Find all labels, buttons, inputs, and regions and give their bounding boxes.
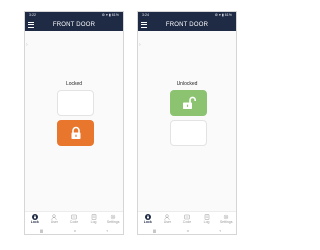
status-icons: ⚙ ▾ ▮ 61% bbox=[214, 13, 232, 17]
tab-label: Log bbox=[90, 220, 97, 224]
home-button[interactable]: ○ bbox=[187, 228, 189, 233]
app-bar: FRONT DOOR bbox=[25, 19, 123, 31]
tab-log[interactable]: Log bbox=[84, 212, 104, 227]
unlock-tile[interactable] bbox=[57, 90, 94, 116]
status-bar: 3:24 ⚙ ▾ ▮ 61% bbox=[138, 12, 236, 19]
tab-log[interactable]: Log bbox=[197, 212, 217, 227]
lock-status-label: Unlocked bbox=[176, 81, 198, 87]
bottom-tab-bar: Lock User Code Log Settings bbox=[138, 211, 236, 227]
app-bar: FRONT DOOR bbox=[138, 19, 236, 31]
page-title: FRONT DOOR bbox=[165, 22, 209, 28]
system-nav-bar: ||| ○ ‹ bbox=[25, 227, 123, 234]
closed-lock-icon bbox=[71, 126, 80, 139]
tab-label: User bbox=[50, 220, 59, 224]
tab-code[interactable]: Code bbox=[177, 212, 197, 227]
status-time: 3:24 bbox=[142, 13, 149, 17]
page-title: FRONT DOOR bbox=[52, 22, 96, 28]
status-time: 3:22 bbox=[29, 13, 36, 17]
back-button[interactable]: ‹ bbox=[106, 228, 107, 233]
chevron-right-icon[interactable]: › bbox=[26, 42, 28, 48]
tab-user[interactable]: User bbox=[45, 212, 65, 227]
system-nav-bar: ||| ○ ‹ bbox=[138, 227, 236, 234]
tab-settings[interactable]: Settings bbox=[103, 212, 123, 227]
lock-toggle[interactable] bbox=[57, 90, 94, 148]
phone-screen-unlocked: 3:24 ⚙ ▾ ▮ 61% FRONT DOOR › Unlocked Loc… bbox=[137, 11, 237, 235]
lock-tile[interactable] bbox=[170, 120, 207, 146]
tab-label: Settings bbox=[106, 220, 120, 224]
tab-label: Code bbox=[69, 220, 79, 224]
phone-screen-locked: 3:22 ⚙ ▾ ▮ 61% FRONT DOOR › Locked Lock bbox=[24, 11, 124, 235]
tab-lock[interactable]: Lock bbox=[138, 212, 158, 227]
tab-label: Code bbox=[182, 220, 192, 224]
open-lock-icon bbox=[182, 96, 196, 109]
status-bar: 3:22 ⚙ ▾ ▮ 61% bbox=[25, 12, 123, 19]
tab-code[interactable]: Code bbox=[64, 212, 84, 227]
back-button[interactable]: ‹ bbox=[219, 228, 220, 233]
status-icons: ⚙ ▾ ▮ 61% bbox=[101, 13, 119, 17]
tab-settings[interactable]: Settings bbox=[216, 212, 236, 227]
tab-label: Settings bbox=[219, 220, 233, 224]
recent-apps-button[interactable]: ||| bbox=[153, 228, 156, 233]
home-button[interactable]: ○ bbox=[74, 228, 76, 233]
tab-lock[interactable]: Lock bbox=[25, 212, 45, 227]
chevron-right-icon[interactable]: › bbox=[139, 42, 141, 48]
recent-apps-button[interactable]: ||| bbox=[40, 228, 43, 233]
bottom-tab-bar: Lock User Code Log Settings bbox=[25, 211, 123, 227]
tab-label: Lock bbox=[30, 220, 39, 224]
tab-label: Lock bbox=[143, 220, 152, 224]
tab-label: Log bbox=[203, 220, 210, 224]
unlock-tile[interactable] bbox=[170, 90, 207, 116]
lock-status-label: Locked bbox=[65, 81, 83, 87]
tab-label: User bbox=[163, 220, 172, 224]
lock-toggle[interactable] bbox=[170, 90, 207, 148]
tab-user[interactable]: User bbox=[158, 212, 178, 227]
lock-tile[interactable] bbox=[57, 120, 94, 146]
